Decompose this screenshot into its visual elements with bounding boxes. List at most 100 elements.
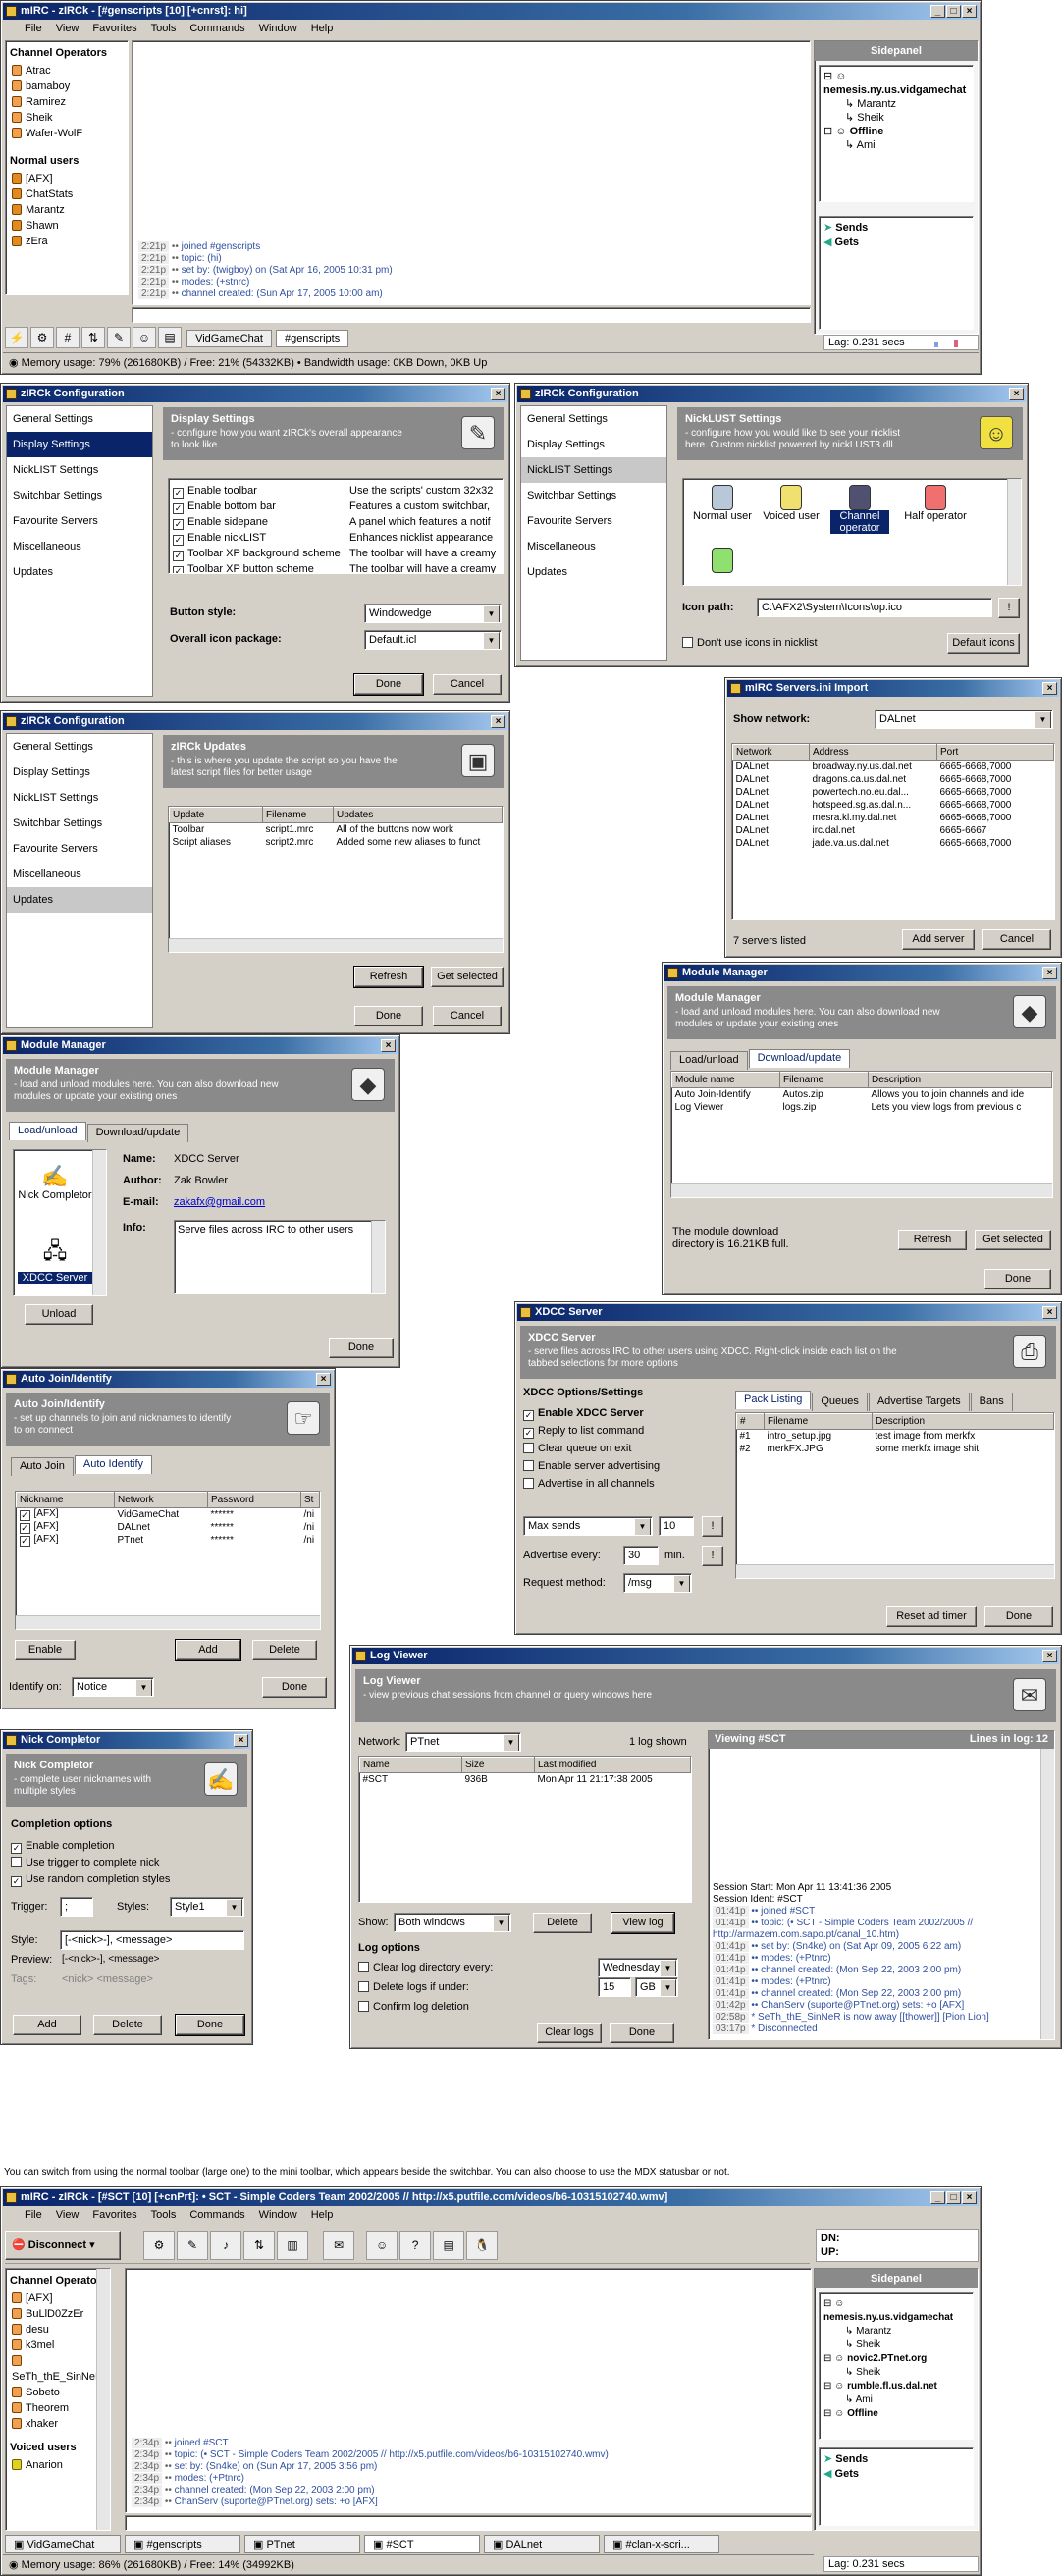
cancel-button[interactable]: Cancel — [982, 929, 1051, 950]
checkbox[interactable] — [358, 1962, 369, 1972]
done-button[interactable]: Done — [329, 1338, 394, 1358]
nav-item-general-settings[interactable]: General Settings — [521, 406, 666, 432]
connect-icon[interactable]: ⚡ — [5, 327, 28, 348]
browse-button[interactable]: ! — [998, 598, 1020, 618]
nav-item-miscellaneous[interactable]: Miscellaneous — [7, 534, 152, 559]
column-header[interactable]: Updates — [333, 807, 503, 823]
maximize-button[interactable]: □ — [946, 5, 961, 18]
switchbar-button[interactable]: ▣ VidGameChat — [5, 2535, 121, 2553]
menu-tools[interactable]: Tools — [151, 2206, 177, 2224]
column-header[interactable]: Address — [809, 744, 937, 761]
table-row[interactable]: Log Viewer logs.zip Lets you view logs fro… — [672, 1101, 1052, 1114]
column-header[interactable]: # — [736, 1413, 765, 1430]
nick-item[interactable]: Shawn — [12, 218, 128, 234]
tux-icon[interactable]: 🐧 — [466, 2231, 499, 2260]
module-download-list[interactable]: Module name Filename Description Auto Join-… — [670, 1071, 1053, 1198]
size-unit-select[interactable]: GB — [635, 1977, 678, 1997]
tree-nick[interactable]: ↳ Sheik — [823, 2366, 969, 2380]
identify-on-select[interactable]: Notice — [72, 1677, 154, 1697]
module-item[interactable]: ✍ Nick Completor — [18, 1164, 92, 1201]
confirm-delete-checkbox[interactable]: Confirm log deletion — [358, 2001, 469, 2013]
checkbox[interactable]: ✓ — [173, 551, 184, 561]
editbox[interactable] — [125, 2515, 812, 2531]
nav-item-nicklist-settings[interactable]: NickLIST Settings — [7, 785, 152, 811]
close-button[interactable]: × — [962, 5, 977, 18]
network-select[interactable]: PTnet — [405, 1732, 521, 1752]
tab-auto-join[interactable]: Auto Join — [11, 1457, 74, 1476]
tree-nick[interactable]: ↳ Marantz — [823, 97, 969, 111]
tab-download-update[interactable]: Download/update — [748, 1049, 851, 1068]
table-row[interactable]: DALnet mesra.kl.my.dal.net 6665-6668,7000 — [733, 812, 1054, 824]
options-icon[interactable]: ⚙ — [30, 327, 54, 348]
nav-item-updates[interactable]: Updates — [521, 559, 666, 585]
editbox[interactable] — [132, 307, 811, 323]
nick-item[interactable]: BuLlD0ZzEr — [12, 2306, 110, 2322]
refresh-button[interactable]: Refresh — [898, 1230, 967, 1250]
nick-item[interactable]: Marantz — [12, 202, 128, 218]
delete-button[interactable]: Delete — [533, 1913, 592, 1933]
nick-item[interactable]: zEra — [12, 234, 128, 249]
scripts-icon[interactable]: ✎ — [107, 327, 131, 348]
column-header[interactable]: Size — [461, 1757, 535, 1773]
module-list[interactable]: ✍ Nick Completor 🖧 XDCC Server — [13, 1149, 107, 1296]
nick-item[interactable]: Atrac — [12, 63, 128, 79]
nav-item-updates[interactable]: Updates — [7, 559, 152, 585]
clear-day-select[interactable]: Wednesday — [598, 1958, 678, 1977]
clear-dir-checkbox[interactable]: Clear log directory every: — [358, 1962, 493, 1973]
updates-list[interactable]: Update Filename Updates Toolbar script1.mrc A… — [168, 806, 504, 953]
column-header[interactable]: Filename — [262, 807, 334, 823]
transfers-box[interactable]: ➤ Sends ◀ Gets — [819, 216, 974, 330]
checkbox[interactable]: ✓ — [19, 1510, 30, 1521]
delete-button[interactable]: Delete — [252, 1640, 317, 1660]
close-button[interactable]: × — [316, 1373, 331, 1386]
log-icon[interactable]: ▤ — [158, 327, 182, 348]
size-input[interactable]: 15 — [598, 1977, 631, 1997]
close-button[interactable]: × — [1042, 1650, 1057, 1662]
icon-item[interactable]: Half operator — [901, 485, 970, 522]
notify-icon[interactable]: ☺ — [366, 2231, 398, 2260]
maximize-button[interactable]: □ — [946, 2191, 961, 2204]
menu-window[interactable]: Window — [259, 2206, 297, 2224]
nick-item[interactable]: Sobeto — [12, 2385, 110, 2400]
default-icons-button[interactable]: Default icons — [947, 633, 1020, 654]
switchbar-button[interactable]: VidGameChat — [186, 330, 272, 347]
nick-item[interactable]: bamaboy — [12, 79, 128, 94]
option-checkbox[interactable]: ✓ Use random completion styles — [11, 1871, 170, 1888]
close-button[interactable]: × — [1009, 388, 1024, 400]
table-row[interactable]: #1 intro_setup.jpg test image from merkfx — [737, 1430, 1054, 1443]
notify-icon[interactable]: ☺ — [133, 327, 156, 348]
info-button[interactable]: ! — [702, 1516, 723, 1537]
icon-package-select[interactable]: Default.icl — [364, 630, 502, 650]
checkbox[interactable]: ✓ — [173, 535, 184, 546]
tab-auto-identify[interactable]: Auto Identify — [74, 1455, 153, 1474]
style-input[interactable]: [-<nick>-], <message> — [60, 1930, 244, 1950]
column-header[interactable]: Filename — [764, 1413, 873, 1430]
checkbox[interactable] — [523, 1443, 534, 1453]
email-link[interactable]: zakafx@gmail.com — [174, 1196, 265, 1208]
display-option[interactable]: ✓ Toolbar XP background scheme The toolbar… — [173, 546, 499, 561]
nav-item-miscellaneous[interactable]: Miscellaneous — [7, 862, 152, 887]
column-header[interactable]: Network — [732, 744, 810, 761]
tree-nick[interactable]: ↳ Marantz — [823, 2325, 969, 2339]
nav-item-switchbar-settings[interactable]: Switchbar Settings — [521, 483, 666, 508]
config-nav[interactable]: General Settings Display Settings NickLIST… — [6, 733, 153, 1028]
log-list[interactable]: Name Size Last modified #SCT 936B Mon Apr 11 … — [358, 1756, 692, 1903]
minimize-button[interactable]: _ — [930, 5, 945, 18]
clear-logs-button[interactable]: Clear logs — [537, 2023, 602, 2043]
nick-item[interactable]: [AFX] — [12, 171, 128, 186]
menu-view[interactable]: View — [56, 2206, 80, 2224]
checkbox[interactable] — [523, 1460, 534, 1471]
table-row[interactable]: ✓ [AFX] VidGameChat ******/ni — [17, 1508, 320, 1521]
tree-nick[interactable]: ↳ Ami — [823, 138, 969, 152]
nav-item-display-settings[interactable]: Display Settings — [7, 432, 152, 457]
checkbox[interactable] — [11, 1857, 22, 1867]
button-style-select[interactable]: Windowedge — [364, 604, 502, 623]
column-header[interactable]: Password — [207, 1492, 301, 1508]
option-checkbox[interactable]: ✓ Enable XDCC Server — [523, 1404, 660, 1422]
nicklist[interactable]: Channel Operators Atrac bamaboy Ramirez She… — [5, 40, 129, 295]
checkbox[interactable]: ✓ — [173, 566, 184, 573]
table-row[interactable]: #SCT 936B Mon Apr 11 21:17:38 2005 — [360, 1773, 691, 1786]
sound-icon[interactable]: ♪ — [210, 2231, 242, 2260]
address-book-icon[interactable]: ✎ — [177, 2231, 209, 2260]
menu-file[interactable]: File — [25, 2206, 42, 2224]
